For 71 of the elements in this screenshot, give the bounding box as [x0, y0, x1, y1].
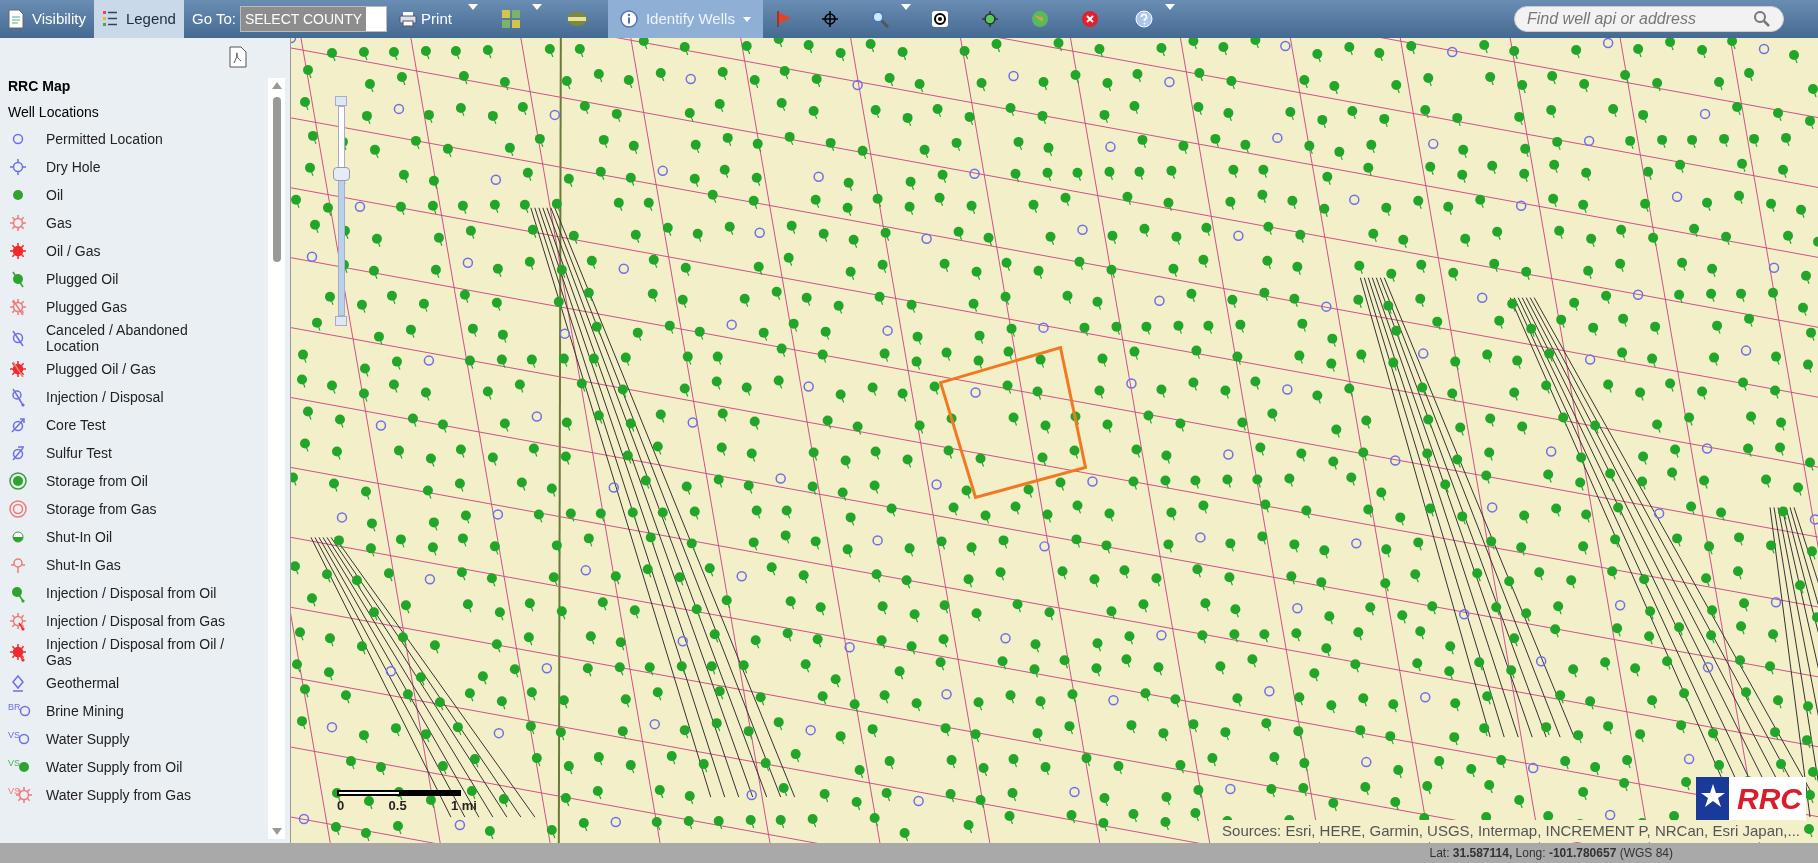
well-symbol-icon [8, 415, 28, 435]
help-icon[interactable] [1134, 10, 1153, 28]
legend-label: Plugged Gas [46, 299, 128, 315]
legend-label: Injection / Disposal from Gas [46, 613, 226, 629]
magnifier-icon[interactable] [870, 10, 889, 28]
legend-label: Plugged Oil [46, 271, 120, 287]
legend-label: Water Supply from Oil [46, 759, 184, 775]
legend-label: Injection / Disposal from Oil [46, 585, 218, 601]
legend-label: Oil [46, 187, 65, 203]
well-symbol-icon [8, 471, 28, 491]
search-icon[interactable] [1753, 10, 1771, 28]
visibility-button[interactable]: Visibility [0, 0, 94, 38]
well-symbol-icon [8, 642, 28, 662]
pdf-icon[interactable] [228, 46, 248, 68]
goto-label: Go To: [191, 8, 236, 29]
grid-icon[interactable] [501, 10, 520, 28]
locate-icon[interactable] [980, 10, 999, 28]
printer-icon [399, 11, 418, 27]
globe-icon[interactable] [1030, 10, 1049, 28]
symbol-prefix: VS [8, 731, 20, 740]
legend-label: Storage from Oil [46, 473, 149, 489]
legend-label: Injection / Disposal [46, 389, 165, 405]
legend-label: Plugged Oil / Gas [46, 361, 157, 377]
legend-label: Canceled / Abandoned Location [46, 322, 189, 354]
close-icon[interactable] [1080, 10, 1099, 28]
print-button[interactable]: Print [399, 7, 452, 31]
legend-label: Shut-In Oil [46, 529, 114, 545]
legend-label: Dry Hole [46, 159, 102, 175]
legend-label: Storage from Gas [46, 501, 158, 517]
well-symbol-icon [8, 611, 28, 631]
legend-label: Sulfur Test [46, 445, 113, 461]
legend-label: Shut-In Gas [46, 557, 122, 573]
symbol-prefix: VS [8, 759, 20, 768]
legend-label: Oil / Gas [46, 243, 102, 259]
document-icon [8, 9, 24, 29]
legend-title: RRC Map [8, 77, 72, 96]
logo: RRC [1696, 777, 1806, 821]
star-icon [1700, 783, 1726, 809]
legend-label: Water Supply from Gas [46, 787, 192, 803]
symbol-prefix: VS [8, 787, 20, 796]
symbol-prefix: BR [8, 703, 21, 712]
scale-label: 0.5 [388, 796, 407, 815]
crosshair-icon[interactable] [820, 10, 839, 28]
legend-label: Water Supply [46, 731, 131, 747]
scale-label: 1 mi [450, 796, 477, 815]
well-symbol-icon [8, 241, 28, 261]
legend-label: Gas [46, 215, 73, 231]
list-icon [101, 9, 118, 29]
coordinates: Lat: 31.587114, Long: -101.780657 (WGS 84) [1429, 845, 1673, 862]
legend-label: Permitted Location [46, 131, 164, 147]
scale-label: 0 [337, 796, 345, 815]
legend-label: Injection / Disposal from Oil / Gas [46, 636, 226, 668]
well-symbol-icon [8, 297, 28, 317]
zoom-slider[interactable] [333, 96, 349, 326]
legend-group-title: Well Locations [8, 103, 100, 122]
scrollbar[interactable] [268, 78, 285, 839]
well-symbol-icon [8, 499, 28, 519]
well-symbol-icon [8, 157, 28, 177]
target-icon[interactable] [930, 10, 949, 28]
legend-label: Geothermal [46, 675, 121, 691]
legend-button[interactable]: Legend [93, 0, 184, 38]
well-symbol-icon [8, 359, 28, 379]
legend-label: Brine Mining [46, 703, 125, 719]
info-icon [619, 10, 638, 28]
flag-icon[interactable] [774, 10, 793, 28]
search-field[interactable]: Find well api or address [1514, 6, 1784, 32]
county-select[interactable]: SELECT COUNTY [239, 6, 388, 32]
well-symbol-icon [8, 555, 28, 575]
well-symbol-icon [8, 213, 28, 233]
ruler-icon[interactable] [565, 11, 588, 27]
legend-label: Core Test [46, 417, 107, 433]
